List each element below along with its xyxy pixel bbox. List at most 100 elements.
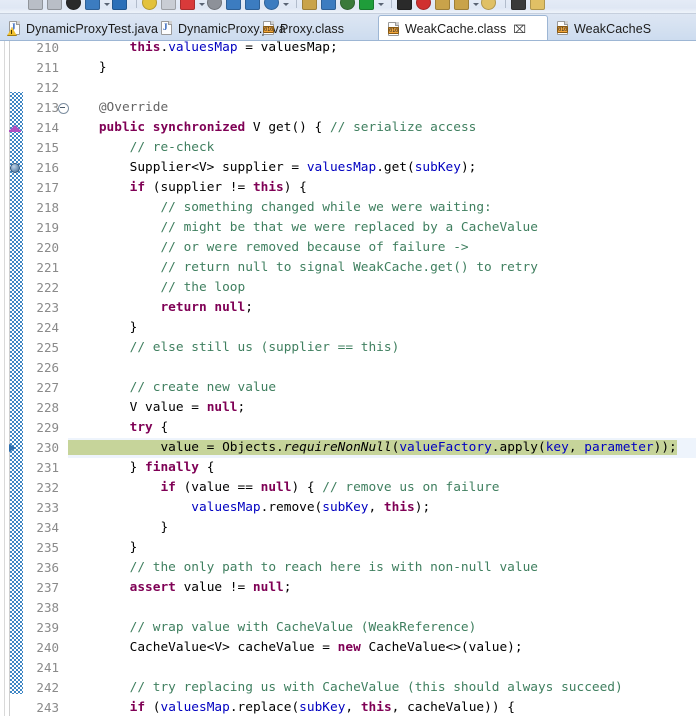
- code-line[interactable]: if (valuesMap.replace(subKey, this, cach…: [68, 698, 696, 716]
- code-token: valuesMap: [306, 160, 377, 175]
- breakpoint-marker-icon[interactable]: [9, 158, 21, 178]
- code-token: // else still us (supplier == this): [129, 340, 400, 355]
- search-icon[interactable]: [142, 0, 157, 10]
- debug-perspective-icon[interactable]: [359, 0, 374, 10]
- line-number: 242: [36, 680, 59, 695]
- code-token: {: [152, 420, 169, 435]
- code-line[interactable]: // the loop: [68, 278, 696, 298]
- code-line[interactable]: if (supplier != this) {: [68, 178, 696, 198]
- code-line[interactable]: CacheValue<V> cacheValue = new CacheValu…: [68, 638, 696, 658]
- code-line[interactable]: // return null to signal WeakCache.get()…: [68, 258, 696, 278]
- toggle-mark-occurrences-icon[interactable]: [180, 0, 195, 10]
- toolbar-dropdown-caret-icon[interactable]: [473, 0, 479, 9]
- toolbar-dropdown-caret-icon[interactable]: [378, 0, 384, 9]
- code-text-area[interactable]: this.valuesMap = valuesMap; } @Override …: [68, 41, 696, 716]
- save-icon[interactable]: [530, 0, 545, 10]
- highlight-icon[interactable]: [511, 0, 526, 10]
- code-token: .get(: [376, 160, 415, 175]
- java-perspective-icon[interactable]: [340, 0, 355, 10]
- toolbar-dropdown-caret-icon[interactable]: [199, 0, 205, 9]
- code-line[interactable]: }: [68, 538, 696, 558]
- code-line[interactable]: if (value == null) { // remove us on fai…: [68, 478, 696, 498]
- code-line[interactable]: try {: [68, 418, 696, 438]
- code-line[interactable]: [68, 358, 696, 378]
- save-icon[interactable]: [28, 0, 43, 10]
- override-method-marker-icon[interactable]: [9, 118, 21, 138]
- line-number: 210: [36, 41, 59, 55]
- code-line[interactable]: // create new value: [68, 378, 696, 398]
- debug-icon[interactable]: [85, 0, 100, 10]
- back-icon[interactable]: [302, 0, 317, 10]
- close-icon[interactable]: ⌧: [513, 23, 526, 36]
- code-line[interactable]: valuesMap.remove(subKey, this);: [68, 498, 696, 518]
- previous-annotation-icon[interactable]: [226, 0, 241, 10]
- changed-lines-annotation-bar: [10, 41, 23, 716]
- code-token: // re-check: [129, 140, 215, 155]
- class-file-icon: 010: [387, 21, 400, 37]
- code-line[interactable]: }: [68, 58, 696, 78]
- code-line[interactable]: // try replacing us with CacheValue (thi…: [68, 678, 696, 698]
- code-line[interactable]: @Override: [68, 98, 696, 118]
- code-line[interactable]: // or were removed because of failure ->: [68, 238, 696, 258]
- toolbar-separator: [505, 0, 506, 8]
- open-type-icon[interactable]: [207, 0, 222, 10]
- code-line[interactable]: V value = null;: [68, 398, 696, 418]
- toolbar-dropdown-caret-icon[interactable]: [283, 0, 289, 9]
- source-editor[interactable]: 210 211 212 213 214 215 216 217 218 219 220 221 222 2…: [0, 41, 696, 716]
- code-token: // wrap value with CacheValue (WeakRefer…: [129, 620, 477, 635]
- open-folder-2-icon[interactable]: [435, 0, 450, 10]
- editor-tab-weakcache-class[interactable]: 010 WeakCache.class ⌧: [378, 15, 548, 40]
- code-line[interactable]: this.valuesMap = valuesMap;: [68, 41, 696, 58]
- line-number: 233: [36, 500, 59, 515]
- code-line[interactable]: assert value != null;: [68, 578, 696, 598]
- code-line[interactable]: return null;: [68, 298, 696, 318]
- debug-current-instruction-pointer-icon[interactable]: [8, 438, 22, 458]
- code-line[interactable]: } finally {: [68, 458, 696, 478]
- last-edit-icon[interactable]: [264, 0, 279, 10]
- forward-icon[interactable]: [321, 0, 336, 10]
- code-line[interactable]: }: [68, 518, 696, 538]
- print-icon[interactable]: [66, 0, 81, 10]
- code-line[interactable]: public synchronized V get() { // seriali…: [68, 118, 696, 138]
- code-line[interactable]: Supplier<V> supplier = valuesMap.get(sub…: [68, 158, 696, 178]
- code-line[interactable]: value = Objects.requireNonNull(valueFact…: [68, 438, 696, 458]
- editor-tab-bar[interactable]: J DynamicProxyTest.java J DynamicProxy.java…: [0, 14, 696, 41]
- editor-tab-dynamicproxy-java[interactable]: J DynamicProxy.java: [152, 16, 286, 40]
- new-java-class-icon[interactable]: [161, 0, 176, 10]
- save-all-icon[interactable]: [47, 0, 62, 10]
- code-line[interactable]: }: [68, 318, 696, 338]
- code-line[interactable]: // might be that we were replaced by a C…: [68, 218, 696, 238]
- editor-tab-dynamicproxytest-java[interactable]: J DynamicProxyTest.java: [0, 16, 158, 40]
- pencil-icon[interactable]: [454, 0, 469, 10]
- code-line[interactable]: [68, 78, 696, 98]
- code-line[interactable]: [68, 658, 696, 678]
- line-number: 238: [36, 600, 59, 615]
- stop-icon[interactable]: [397, 0, 412, 10]
- code-line[interactable]: // wrap value with CacheValue (WeakRefer…: [68, 618, 696, 638]
- main-toolbar: [0, 0, 696, 14]
- line-number: 230: [36, 440, 59, 455]
- java-file-warning-icon: J: [7, 21, 21, 36]
- code-line[interactable]: // the only path to reach here is with n…: [68, 558, 696, 578]
- code-line[interactable]: // something changed while we were waiti…: [68, 198, 696, 218]
- toolbar-dropdown-caret-icon[interactable]: [104, 0, 110, 9]
- next-annotation-icon[interactable]: [245, 0, 260, 10]
- code-line[interactable]: // else still us (supplier == this): [68, 338, 696, 358]
- filter-icon[interactable]: [481, 0, 496, 10]
- line-number-gutter[interactable]: 210 211 212 213 214 215 216 217 218 219 220 221 222 2…: [9, 41, 69, 716]
- code-token: {: [198, 460, 215, 475]
- editor-tab-proxy-class[interactable]: 010 Proxy.class: [254, 16, 378, 40]
- line-number: 213: [36, 100, 59, 115]
- line-number: 224: [36, 320, 59, 335]
- code-line[interactable]: [68, 598, 696, 618]
- run-icon[interactable]: [112, 0, 127, 10]
- editor-tab-weakcaches[interactable]: 010 WeakCacheS: [548, 16, 696, 40]
- code-line[interactable]: // re-check: [68, 138, 696, 158]
- open-folder-icon[interactable]: [416, 0, 431, 10]
